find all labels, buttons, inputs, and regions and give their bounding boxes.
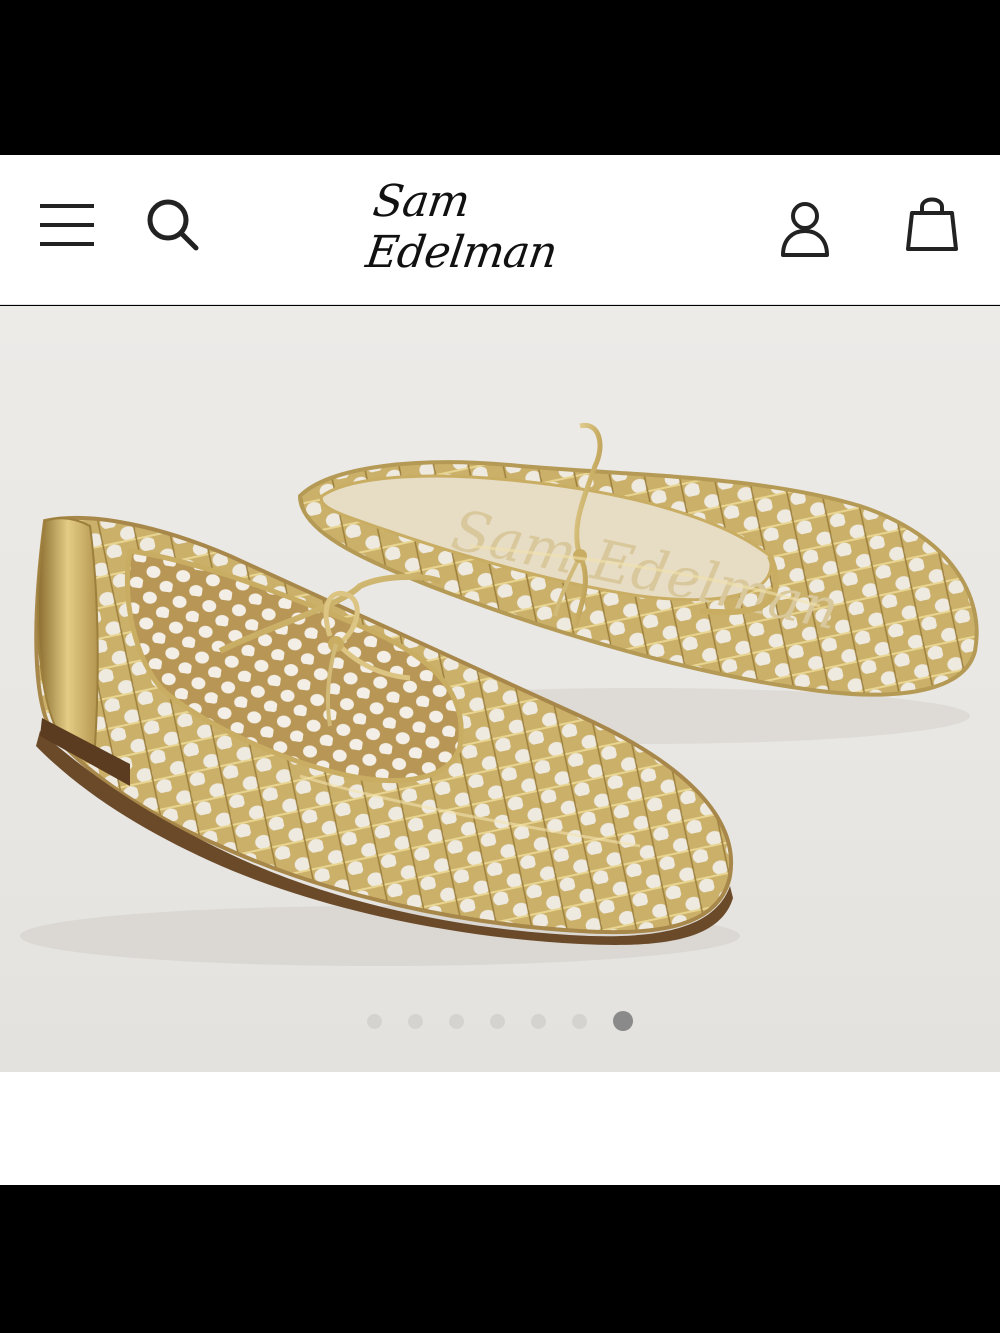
shopping-bag-button[interactable] <box>904 193 960 253</box>
shopping-bag-icon <box>906 197 958 251</box>
status-bar-area <box>0 0 1000 155</box>
gallery-dot-4[interactable] <box>490 1013 505 1029</box>
gallery-dot-2[interactable] <box>408 1013 423 1029</box>
product-image-gallery[interactable]: Sam Edelman <box>0 306 1000 1072</box>
gallery-dot-1[interactable] <box>367 1013 382 1029</box>
gallery-dot-7-active[interactable] <box>613 1011 633 1031</box>
account-button[interactable] <box>778 199 832 257</box>
gallery-dot-6[interactable] <box>572 1013 587 1029</box>
search-icon <box>147 199 199 251</box>
menu-button[interactable] <box>38 200 96 250</box>
product-photo-gold-woven-flats: Sam Edelman <box>20 422 979 966</box>
hamburger-menu-icon <box>40 204 94 246</box>
content-area-below-gallery <box>0 1072 1000 1185</box>
gallery-dot-3[interactable] <box>449 1013 464 1029</box>
bottom-bar-area <box>0 1185 1000 1333</box>
brand-logo[interactable]: Sam Edelman <box>363 176 636 278</box>
gallery-pagination <box>0 1006 1000 1036</box>
site-header: Sam Edelman <box>0 155 1000 305</box>
search-button[interactable] <box>142 195 202 255</box>
gallery-dot-5[interactable] <box>531 1013 546 1029</box>
account-icon <box>781 202 829 257</box>
